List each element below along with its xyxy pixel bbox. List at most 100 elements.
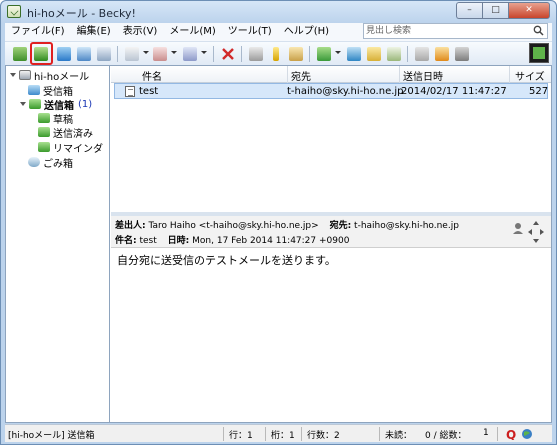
preview-pane: 差出人: Taro Haiho <t-haiho@sky.hi-ho.ne.jp… (111, 216, 551, 422)
from-line: 差出人: Taro Haiho <t-haiho@sky.hi-ho.ne.jp… (115, 218, 459, 231)
from-value[interactable]: Taro Haiho <t-haiho@sky.hi-ho.ne.jp> (148, 221, 318, 231)
chevron-down-icon[interactable] (201, 51, 207, 54)
status-separator (223, 427, 224, 441)
column-date[interactable]: 送信日時 (403, 68, 443, 83)
cell-date: 2014/02/17 11:47:27 (401, 86, 507, 97)
folder-sent[interactable]: 送信済み (38, 125, 93, 140)
reply-icon[interactable] (151, 45, 169, 63)
attachment-icon[interactable] (345, 45, 363, 63)
folder-label: リマインダ (53, 143, 103, 155)
toolbar-separator (309, 46, 310, 62)
globe-icon[interactable] (521, 428, 533, 440)
message-icon (125, 86, 135, 97)
expand-arrow-icon[interactable] (10, 73, 16, 77)
receive-all-icon[interactable] (32, 45, 50, 63)
print-icon[interactable] (413, 45, 431, 63)
column-divider[interactable] (399, 66, 400, 83)
delete-icon[interactable] (219, 45, 237, 63)
cell-subject: test (139, 86, 159, 97)
drafts-icon (38, 113, 50, 123)
status-separator (497, 427, 498, 441)
to-label: 宛先: (329, 221, 352, 231)
folder-trash[interactable]: ごみ箱 (28, 155, 73, 170)
window-title: hi-hoメール - Becky! (27, 7, 136, 20)
toolbar-separator (241, 46, 242, 62)
menu-tools[interactable]: ツール(T) (222, 23, 278, 41)
date-label: 日時: (167, 236, 190, 246)
status-counts: 0 / 総数： (425, 431, 467, 441)
search-icon[interactable] (533, 25, 544, 36)
chevron-down-icon[interactable] (143, 51, 149, 54)
clipboard-icon[interactable] (365, 45, 383, 63)
menu-mail[interactable]: メール(M) (163, 23, 221, 41)
menu-view[interactable]: 表示(V) (117, 23, 164, 41)
menu-help[interactable]: ヘルプ(H) (278, 23, 335, 41)
app-icon (7, 5, 21, 18)
becky-logo-icon (529, 43, 549, 63)
from-label: 差出人: (115, 221, 146, 231)
folder-inbox[interactable]: 受信箱 (28, 83, 73, 98)
subject-value: test (139, 236, 157, 246)
cell-to: t-haiho@sky.hi-ho.ne.jp (287, 86, 404, 97)
reminder-icon (38, 142, 50, 152)
sent-icon (38, 127, 50, 137)
filter-icon[interactable] (247, 45, 265, 63)
status-line: 行：1 (229, 431, 253, 441)
address-book-icon[interactable] (95, 45, 113, 63)
close-button[interactable]: ✕ (508, 2, 550, 19)
status-folder: [hi-hoメール] 送信箱 (8, 431, 95, 441)
svg-text:Q: Q (506, 428, 516, 440)
folder-outbox[interactable]: 送信箱 (1) (20, 97, 92, 112)
inbox-icon (28, 85, 40, 95)
plugin-icon[interactable] (453, 45, 471, 63)
send-receive-icon[interactable] (75, 45, 93, 63)
template-icon[interactable] (287, 45, 305, 63)
minimize-button[interactable]: – (456, 2, 482, 19)
column-subject[interactable]: 件名 (142, 68, 162, 83)
receive-icon[interactable] (11, 45, 29, 63)
folder-reminder[interactable]: リマインダ (38, 140, 103, 155)
status-total: 1 (483, 428, 489, 438)
table-row[interactable]: test t-haiho@sky.hi-ho.ne.jp 2014/02/17 … (114, 83, 548, 99)
column-to[interactable]: 宛先 (291, 68, 311, 83)
menu-file[interactable]: ファイル(F) (5, 23, 71, 41)
edit-icon[interactable] (385, 45, 403, 63)
expand-arrow-icon[interactable] (20, 102, 26, 106)
send-icon[interactable] (55, 45, 73, 63)
message-body: 自分宛に送受信のテストメールを送ります。 (117, 254, 336, 267)
pen-icon[interactable] (267, 45, 285, 63)
folder-label: 送信箱 (44, 100, 74, 112)
search-placeholder: 見出し検索 (366, 26, 412, 36)
navigation-arrows-icon[interactable] (511, 219, 545, 245)
folder-drafts[interactable]: 草稿 (38, 111, 73, 126)
new-mail-icon[interactable] (123, 45, 141, 63)
folder-label: 草稿 (53, 114, 73, 126)
options-icon[interactable] (433, 45, 451, 63)
folder-move-icon[interactable] (315, 45, 333, 63)
status-bar: [hi-hoメール] 送信箱 行：1 桁：1 行数：2 未読： 0 / 総数： … (5, 424, 552, 442)
search-input[interactable]: 見出し検索 (363, 23, 548, 39)
column-divider[interactable] (287, 66, 288, 83)
date-value: Mon, 17 Feb 2014 11:47:27 +0900 (192, 236, 350, 246)
column-size[interactable]: サイズ (515, 68, 545, 83)
title-bar[interactable]: hi-hoメール - Becky! – □ ✕ (1, 1, 556, 23)
main-window: hi-hoメール - Becky! – □ ✕ ファイル(F) 編集(E) 表示… (0, 0, 557, 445)
status-lines: 行数：2 (307, 431, 340, 441)
forward-icon[interactable] (181, 45, 199, 63)
tree-account[interactable]: hi-hoメール (10, 68, 89, 83)
status-separator (379, 427, 380, 441)
to-value[interactable]: t-haiho@sky.hi-ho.ne.jp (354, 221, 459, 231)
maximize-button[interactable]: □ (482, 2, 508, 19)
toolbar-separator (117, 46, 118, 62)
outbox-icon (29, 99, 41, 109)
message-list: 件名 宛先 送信日時 サイズ test t-haiho@sky.hi-ho.ne… (111, 66, 551, 212)
menu-bar: ファイル(F) 編集(E) 表示(V) メール(M) ツール(T) ヘルプ(H)… (5, 23, 552, 41)
chevron-down-icon[interactable] (335, 51, 341, 54)
quote-icon[interactable]: Q (505, 428, 517, 440)
chevron-down-icon[interactable] (171, 51, 177, 54)
column-divider[interactable] (509, 66, 510, 83)
trash-icon (28, 157, 40, 167)
menu-edit[interactable]: 編集(E) (71, 23, 117, 41)
folder-tree: hi-hoメール 受信箱 送信箱 (1) 草稿 送信済み リマインダ ごみ箱 (6, 66, 110, 422)
status-unread: 未読： (385, 431, 413, 441)
